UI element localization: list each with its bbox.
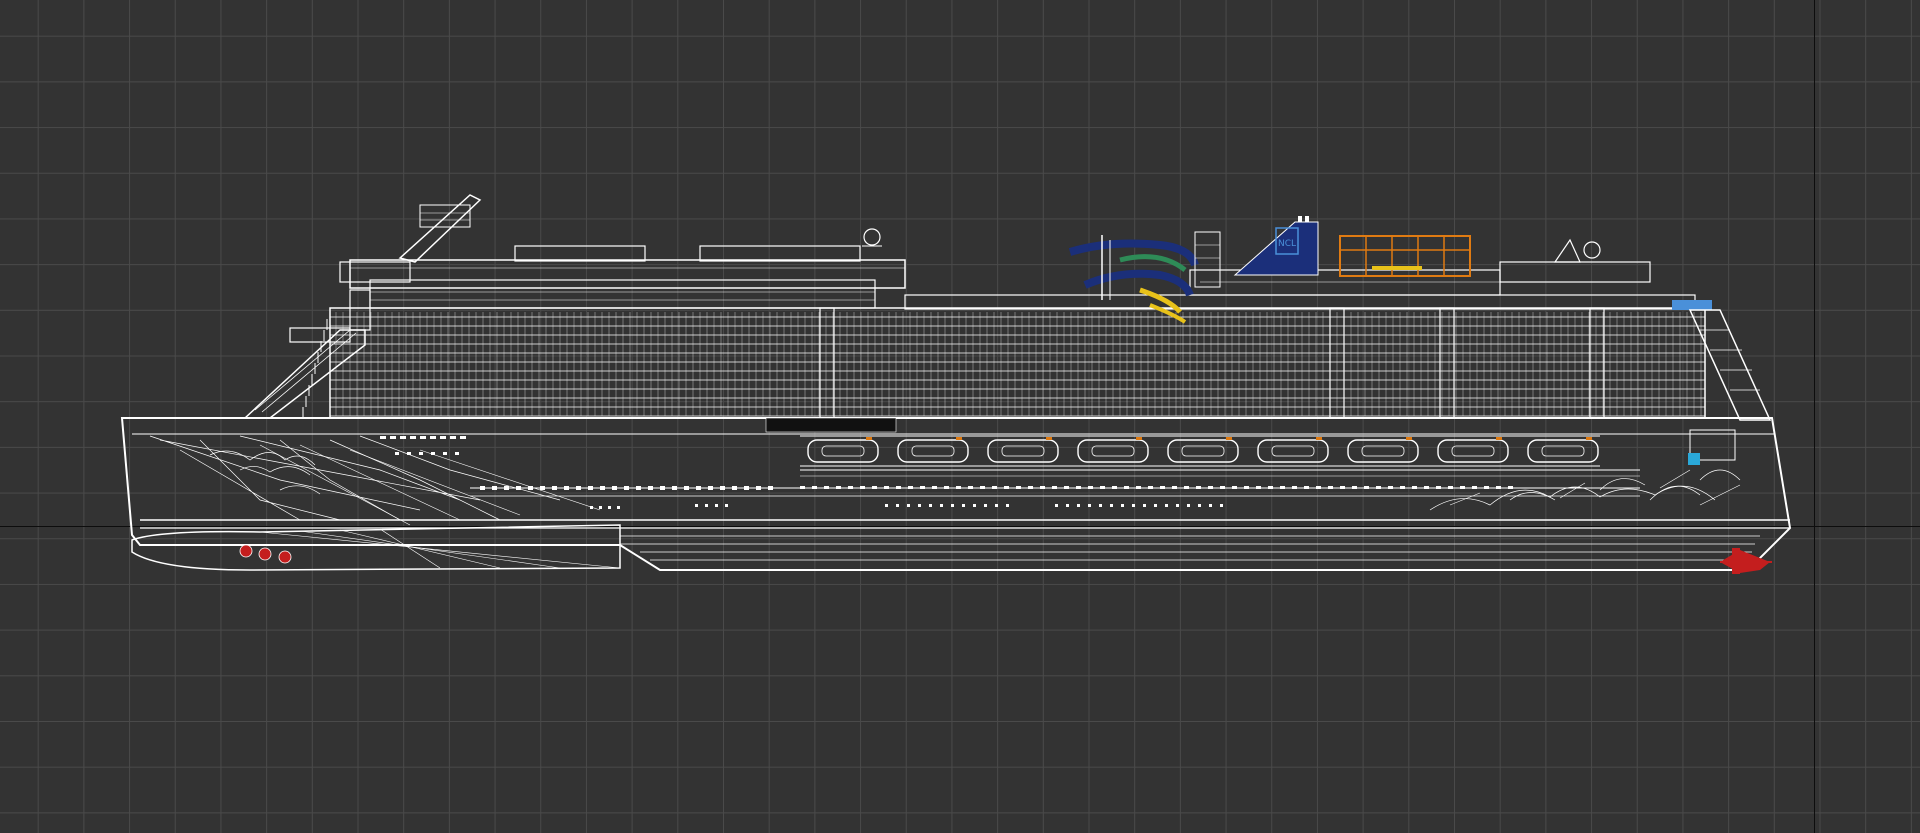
radar-dome-aft	[1583, 241, 1601, 259]
lifeboats	[800, 435, 1600, 467]
cruise-ship-wireframe-model[interactable]: NCL	[0, 0, 1920, 833]
funnel: NCL	[1233, 216, 1319, 276]
bow-thrusters	[239, 544, 292, 564]
radar-dome-forward	[863, 228, 881, 246]
forward-upper-decks	[349, 228, 906, 309]
bow-hull-art	[149, 435, 601, 526]
wireframe-viewport[interactable]: NCL	[0, 0, 1920, 833]
cabin-decks	[302, 307, 1706, 419]
bulbous-bow	[131, 524, 621, 571]
hull-portholes	[380, 436, 1513, 509]
aft-blue-accent	[1672, 300, 1712, 310]
stern-cyan-marker	[1688, 453, 1700, 465]
stern-structure	[1688, 309, 1772, 465]
funnel-logo-text: NCL	[1278, 239, 1296, 249]
bow-superstructure	[243, 194, 482, 419]
promenade-window-band	[765, 417, 897, 433]
